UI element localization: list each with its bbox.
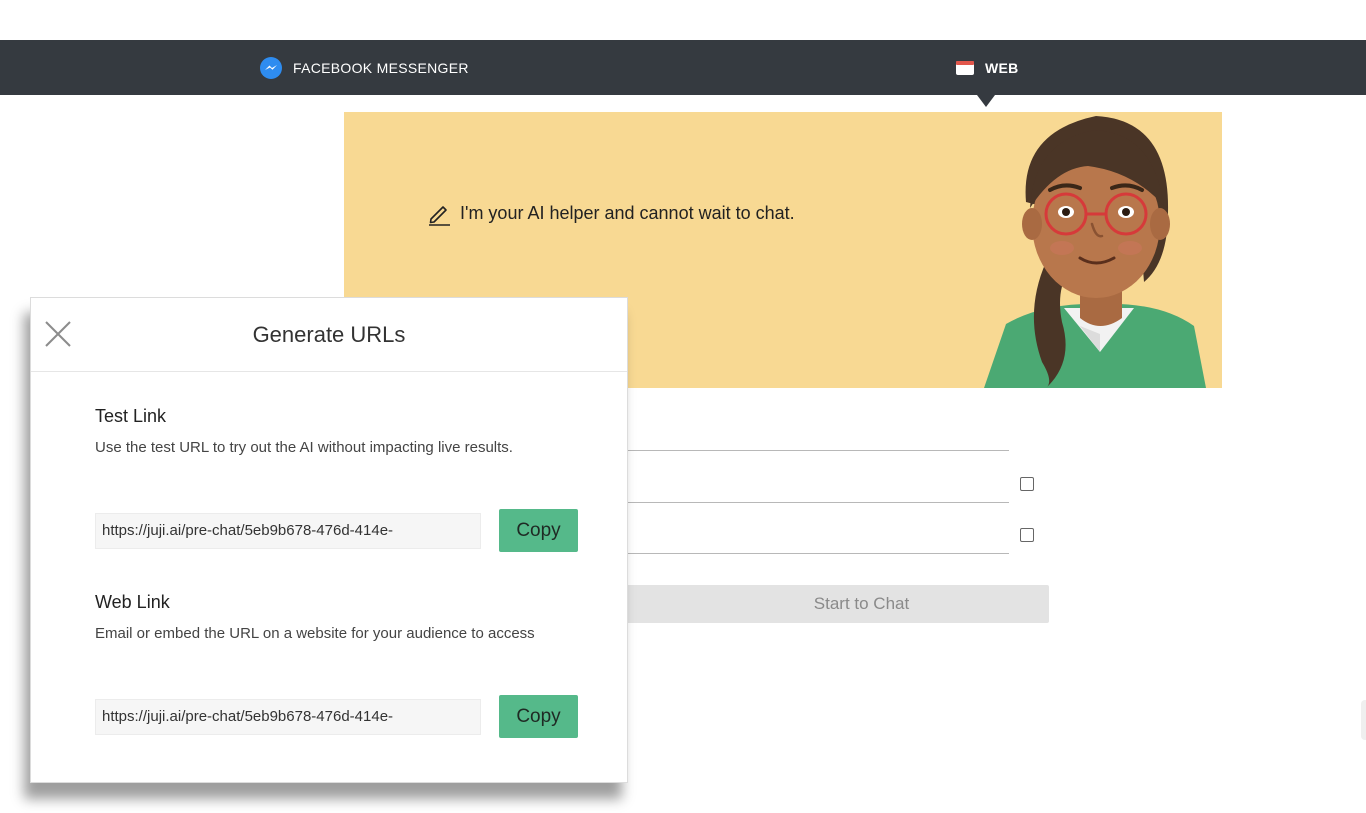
tab-web[interactable]: WEB	[955, 40, 1019, 95]
cut-off-text	[640, 764, 1020, 778]
copy-test-url-button[interactable]: Copy	[499, 509, 578, 552]
copy-web-url-button[interactable]: Copy	[499, 695, 578, 738]
test-url-field[interactable]	[95, 512, 481, 549]
modal-title: Generate URLs	[252, 322, 406, 347]
active-tab-indicator	[977, 95, 995, 107]
tab-facebook-messenger[interactable]: FACEBOOK MESSENGER	[259, 40, 469, 95]
test-link-description: Use the test URL to try out the AI witho…	[95, 439, 513, 456]
pencil-icon[interactable]	[426, 200, 452, 226]
web-link-row: Copy	[95, 695, 578, 738]
side-handle[interactable]	[1361, 700, 1366, 740]
form-field-underline	[626, 502, 1009, 503]
web-link-section: Web Link Email or embed the URL on a web…	[95, 592, 585, 646]
test-link-section: Test Link Use the test URL to try out th…	[95, 406, 585, 460]
greeting-text: I'm your AI helper and cannot wait to ch…	[460, 202, 795, 223]
messenger-icon	[259, 56, 283, 80]
tab-label: FACEBOOK MESSENGER	[293, 59, 469, 76]
start-to-chat-button[interactable]: Start to Chat	[560, 585, 1049, 623]
channel-tab-bar: FACEBOOK MESSENGER WEB	[0, 40, 1366, 95]
form-field-underline	[626, 450, 1009, 451]
web-url-field[interactable]	[95, 698, 481, 735]
web-link-description: Email or embed the URL on a website for …	[95, 625, 535, 642]
form-checkbox[interactable]	[1020, 477, 1034, 491]
modal-header: Generate URLs	[31, 298, 627, 372]
form-checkbox[interactable]	[1020, 528, 1034, 542]
form-field-underline	[626, 553, 1009, 554]
web-link-heading: Web Link	[95, 592, 170, 612]
tab-label: WEB	[985, 59, 1019, 76]
greeting-message: I'm your AI helper and cannot wait to ch…	[426, 200, 795, 226]
ai-helper-avatar	[984, 112, 1222, 388]
browser-window-icon	[955, 60, 975, 76]
test-link-row: Copy	[95, 509, 578, 552]
generate-urls-modal: Generate URLs Test Link Use the test URL…	[30, 297, 628, 783]
test-link-heading: Test Link	[95, 406, 167, 426]
